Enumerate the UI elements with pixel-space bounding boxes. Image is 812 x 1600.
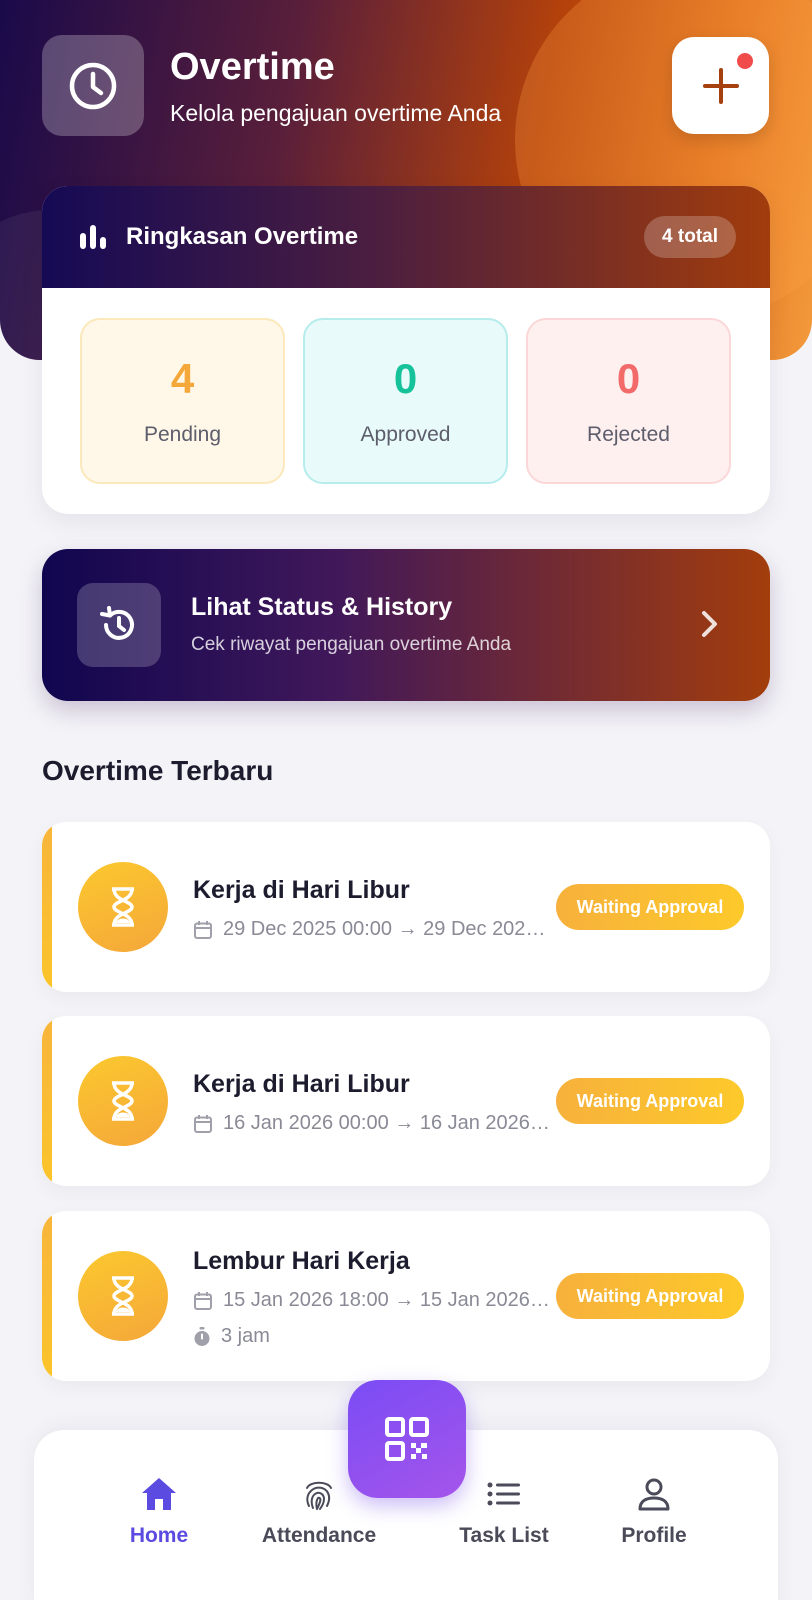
- nav-profile[interactable]: Profile: [604, 1476, 704, 1548]
- overtime-date-range: 15 Jan 2026 18:00 → 15 Jan 2026 21:00: [223, 1289, 553, 1311]
- hourglass-icon: [78, 1251, 168, 1341]
- total-badge: 4 total: [644, 216, 736, 258]
- status-accent-bar: [42, 1016, 52, 1186]
- page-title: Overtime: [170, 46, 335, 88]
- summary-card: Ringkasan Overtime 4 total 4 Pending 0 A…: [42, 186, 770, 514]
- qr-code-icon: [385, 1417, 429, 1461]
- bar-chart-icon: [80, 225, 106, 249]
- calendar-icon: [194, 1291, 212, 1310]
- calendar-icon: [194, 920, 212, 939]
- nav-home[interactable]: Home: [104, 1476, 214, 1548]
- overtime-date-range: 29 Dec 2025 00:00 → 29 Dec 2025 23:59: [223, 918, 553, 940]
- nav-label: Task List: [459, 1524, 549, 1547]
- overtime-title: Lembur Hari Kerja: [193, 1247, 410, 1275]
- date-row: 29 Dec 2025 00:00 → 29 Dec 2025 23:59: [193, 918, 553, 941]
- stat-pending[interactable]: 4 Pending: [80, 318, 285, 484]
- overtime-title: Kerja di Hari Libur: [193, 876, 410, 904]
- fingerprint-icon: [306, 1481, 332, 1510]
- calendar-icon: [194, 1114, 212, 1133]
- summary-title: Ringkasan Overtime: [126, 223, 359, 250]
- duration-row: 3 jam: [193, 1325, 270, 1348]
- status-badge: Waiting Approval: [556, 1078, 744, 1124]
- add-overtime-button[interactable]: [672, 37, 769, 134]
- section-title: Overtime Terbaru: [42, 755, 274, 786]
- stat-label: Pending: [143, 423, 222, 446]
- nav-label: Attendance: [261, 1524, 377, 1547]
- plus-icon: [702, 67, 739, 104]
- summary-header: Ringkasan Overtime 4 total: [42, 186, 770, 288]
- date-row: 15 Jan 2026 18:00 → 15 Jan 2026 21:00: [193, 1289, 553, 1312]
- stat-rejected[interactable]: 0 Rejected: [526, 318, 731, 484]
- status-accent-bar: [42, 822, 52, 992]
- history-icon: [77, 583, 161, 667]
- stat-label: Rejected: [587, 423, 670, 446]
- history-title: Lihat Status & History: [191, 593, 453, 621]
- overtime-title: Kerja di Hari Libur: [193, 1070, 410, 1098]
- home-icon: [142, 1478, 176, 1510]
- overtime-list-item[interactable]: Kerja di Hari Libur 16 Jan 2026 00:00 → …: [42, 1016, 770, 1186]
- user-icon: [638, 1478, 670, 1511]
- overtime-list-item[interactable]: Kerja di Hari Libur 29 Dec 2025 00:00 → …: [42, 822, 770, 992]
- nav-label: Home: [129, 1524, 189, 1547]
- stat-value: 0: [393, 355, 418, 402]
- stats-row: 4 Pending 0 Approved 0 Rejected: [42, 288, 770, 484]
- chevron-right-icon: [702, 611, 717, 637]
- stat-value: 0: [616, 355, 641, 402]
- status-badge: Waiting Approval: [556, 884, 744, 930]
- notification-dot: [737, 53, 753, 69]
- stat-approved[interactable]: 0 Approved: [303, 318, 508, 484]
- stat-label: Approved: [360, 423, 451, 446]
- status-badge: Waiting Approval: [556, 1273, 744, 1319]
- list-icon: [487, 1482, 520, 1506]
- stat-value: 4: [170, 355, 195, 402]
- stopwatch-icon: [194, 1326, 210, 1346]
- date-row: 16 Jan 2026 00:00 → 16 Jan 2026 23:59: [193, 1112, 553, 1135]
- status-accent-bar: [42, 1211, 52, 1381]
- hourglass-icon: [78, 1056, 168, 1146]
- overtime-duration: 3 jam: [221, 1325, 270, 1347]
- history-banner[interactable]: Lihat Status & History Cek riwayat penga…: [42, 549, 770, 701]
- qr-scan-button[interactable]: [348, 1380, 466, 1498]
- page-subtitle: Kelola pengajuan overtime Anda: [170, 100, 502, 126]
- overtime-date-range: 16 Jan 2026 00:00 → 16 Jan 2026 23:59: [223, 1112, 553, 1134]
- history-subtitle: Cek riwayat pengajuan overtime Anda: [191, 634, 512, 655]
- hourglass-icon: [78, 862, 168, 952]
- nav-label: Profile: [621, 1524, 687, 1547]
- clock-icon: [42, 35, 144, 136]
- overtime-list-item[interactable]: Lembur Hari Kerja 15 Jan 2026 18:00 → 15…: [42, 1211, 770, 1381]
